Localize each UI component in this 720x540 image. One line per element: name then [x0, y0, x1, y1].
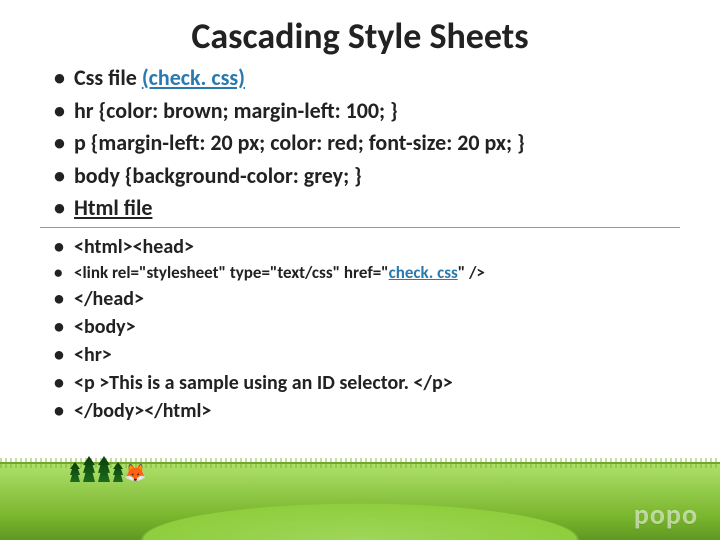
text-css-file: Css file: [74, 64, 142, 91]
slide: Cascading Style Sheets Css file (check. …: [0, 0, 720, 540]
slide-title: Cascading Style Sheets: [0, 0, 720, 64]
tree-icon: [113, 462, 123, 482]
text-link-suffix: " />: [458, 262, 485, 283]
watermark: popo: [634, 497, 698, 532]
list-item: </head>: [54, 286, 690, 312]
list-item: p {margin-left: 20 px; color: red; font-…: [54, 129, 690, 158]
list-item: </body></html>: [54, 398, 690, 424]
bullet-group-1: Css file (check. css) hr {color: brown; …: [54, 64, 690, 223]
text-html-file: Html file: [74, 194, 152, 221]
list-item: <html><head>: [54, 234, 690, 260]
tree-icon: [83, 456, 95, 482]
text-link-prefix: <link rel="stylesheet" type="text/css" h…: [74, 262, 389, 283]
list-item: hr {color: brown; margin-left: 100; }: [54, 97, 690, 126]
slide-content: Css file (check. css) hr {color: brown; …: [0, 64, 720, 223]
tree-icon: [98, 456, 110, 482]
list-item: Css file (check. css): [54, 64, 690, 93]
trees-decoration: [70, 456, 123, 482]
fox-icon: 🦊: [124, 464, 146, 482]
list-item: body {background-color: grey; }: [54, 162, 690, 191]
link-check-css[interactable]: (check. css): [142, 64, 245, 91]
list-item: <p >This is a sample using an ID selecto…: [54, 370, 690, 396]
list-item: <body>: [54, 314, 690, 340]
slide-content-2: <html><head> <link rel="stylesheet" type…: [0, 234, 720, 424]
list-item: <link rel="stylesheet" type="text/css" h…: [54, 262, 690, 284]
bullet-group-2: <html><head>: [54, 234, 690, 260]
bullet-group-4: </head> <body> <hr> <p >This is a sample…: [54, 286, 690, 424]
list-item: Html file: [54, 194, 690, 223]
link-href-check-css[interactable]: check. css: [389, 262, 458, 283]
bullet-group-3: <link rel="stylesheet" type="text/css" h…: [54, 262, 690, 284]
list-item: <hr>: [54, 342, 690, 368]
tree-icon: [70, 462, 80, 482]
divider: [40, 227, 680, 228]
